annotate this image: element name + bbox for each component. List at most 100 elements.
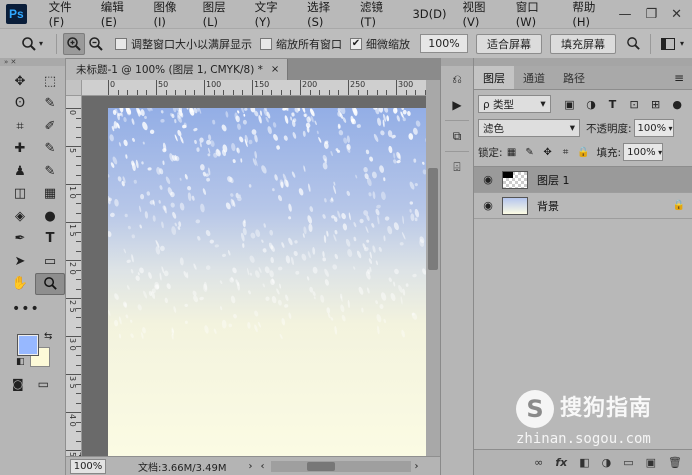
filter-toggle-icon[interactable]: ● <box>666 98 688 111</box>
menu-edit[interactable]: 编辑(E) <box>93 0 146 29</box>
eyedropper-tool-icon[interactable]: ✐ <box>35 115 65 138</box>
menu-help[interactable]: 帮助(H) <box>564 0 618 29</box>
zoom-out-button[interactable] <box>85 33 107 55</box>
menu-layer[interactable]: 图层(L) <box>195 0 247 29</box>
document-canvas[interactable] <box>108 108 426 456</box>
tab-paths[interactable]: 路径 <box>554 66 594 89</box>
eraser-tool-icon[interactable]: ◫ <box>5 183 35 206</box>
lock-all-icon[interactable]: 🔒 <box>575 147 593 158</box>
path-selection-tool-icon[interactable]: ➤ <box>5 250 35 273</box>
edit-toolbar-icon[interactable]: ••• <box>0 301 65 317</box>
dodge-tool-icon[interactable]: ● <box>35 205 65 228</box>
default-colors-icon[interactable]: ◧ <box>16 357 25 367</box>
menu-select[interactable]: 选择(S) <box>299 0 352 29</box>
tab-layers[interactable]: 图层 <box>474 66 514 89</box>
magic-wand-tool-icon[interactable]: ✎ <box>35 93 65 116</box>
rectangle-tool-icon[interactable]: ▭ <box>35 250 65 273</box>
zoom-tool-icon[interactable] <box>35 272 65 295</box>
filter-type-select[interactable]: ρ 类型 ▾ <box>478 95 551 113</box>
scroll-right-arrow[interactable]: › <box>415 461 419 472</box>
menu-3d[interactable]: 3D(D) <box>404 7 454 21</box>
adjustment-layer-icon[interactable]: ◑ <box>602 456 612 469</box>
restore-icon[interactable]: ❐ <box>645 7 657 22</box>
lock-artboard-icon[interactable]: ⌗ <box>557 147 575 158</box>
ruler-origin[interactable] <box>66 80 82 96</box>
zoom-all-checkbox[interactable]: 缩放所有窗口 <box>260 36 342 52</box>
vertical-ruler[interactable]: 051 01 52 02 53 03 54 04 5 <box>66 96 82 456</box>
quick-mask-icon[interactable]: ◙ <box>12 377 24 391</box>
marquee-tool-icon[interactable]: ⬚ <box>35 70 65 93</box>
eye-icon[interactable]: ◉ <box>474 173 502 186</box>
hand-tool-icon[interactable]: ✋ <box>5 273 35 296</box>
menu-type[interactable]: 文字(Y) <box>247 0 300 29</box>
pen-tool-icon[interactable]: ✒ <box>5 228 35 251</box>
move-tool-icon[interactable]: ✥ <box>5 70 35 93</box>
smart-object-filter-icon[interactable]: ⊞ <box>645 98 667 111</box>
adjustment-filter-icon[interactable]: ◑ <box>580 98 602 111</box>
fill-screen-button[interactable]: 填充屏幕 <box>550 33 616 54</box>
horizontal-ruler[interactable]: 050100150200250300350 <box>82 80 426 96</box>
type-tool-icon[interactable]: T <box>35 228 65 251</box>
delete-layer-icon[interactable]: 🗑 <box>668 456 682 469</box>
history-brush-tool-icon[interactable]: ✎ <box>35 160 65 183</box>
lock-position-icon[interactable]: ✥ <box>539 147 557 158</box>
panel-grip[interactable] <box>441 58 473 66</box>
new-group-icon[interactable]: ▭ <box>623 456 633 469</box>
scroll-left-arrow[interactable]: ‹ <box>261 461 265 472</box>
resize-windows-checkbox[interactable]: 调整窗口大小以满屏显示 <box>115 36 252 52</box>
zoom-in-button[interactable] <box>63 32 85 55</box>
foreground-color-swatch[interactable] <box>17 334 39 356</box>
actions-play-icon[interactable]: ▶ <box>441 92 473 118</box>
gradient-tool-icon[interactable]: ▦ <box>35 183 65 206</box>
3d-panel-icon[interactable]: ⧉ <box>441 123 473 149</box>
new-layer-icon[interactable]: ▣ <box>646 456 656 469</box>
status-zoom-field[interactable]: 100% <box>70 458 106 474</box>
panel-menu-icon[interactable]: ≡ <box>674 71 684 85</box>
menu-window[interactable]: 窗口(W) <box>508 0 565 29</box>
panel-grip[interactable]: » ✕ <box>0 58 65 66</box>
status-menu-arrow[interactable]: › <box>249 461 253 472</box>
lock-transparent-icon[interactable]: ▦ <box>503 147 521 158</box>
layer-name[interactable]: 背景 <box>537 198 666 214</box>
lasso-tool-icon[interactable]: ʘ <box>5 93 35 116</box>
close-icon[interactable]: × <box>271 64 279 75</box>
history-panel-icon[interactable]: ⎌ <box>441 66 473 92</box>
minimize-icon[interactable]: — <box>618 7 631 22</box>
menu-filter[interactable]: 滤镜(T) <box>352 0 405 29</box>
tab-channels[interactable]: 通道 <box>514 66 554 89</box>
horizontal-scroll-thumb[interactable] <box>306 461 335 471</box>
properties-panel-icon[interactable]: ⌹ <box>441 154 473 180</box>
document-tab[interactable]: 未标题-1 @ 100% (图层 1, CMYK/8) * × <box>66 59 289 80</box>
menu-file[interactable]: 文件(F) <box>41 0 93 29</box>
clone-stamp-tool-icon[interactable]: ♟ <box>5 160 35 183</box>
pixel-filter-icon[interactable]: ▣ <box>559 98 581 111</box>
screen-mode-icon[interactable]: ▭ <box>38 377 49 391</box>
horizontal-scrollbar[interactable] <box>270 460 411 472</box>
opacity-field[interactable]: 100% ▾ <box>633 119 674 137</box>
layer-row-layer-1[interactable]: ◉ 图层 1 <box>474 167 692 193</box>
lock-pixels-icon[interactable]: ✎ <box>521 147 539 158</box>
swap-colors-icon[interactable]: ⇆ <box>44 331 52 342</box>
shape-filter-icon[interactable]: ⊡ <box>623 98 645 111</box>
vertical-scrollbar[interactable] <box>426 80 440 456</box>
blur-tool-icon[interactable]: ◈ <box>5 205 35 228</box>
menu-image[interactable]: 图像(I) <box>146 0 195 29</box>
menu-view[interactable]: 视图(V) <box>454 0 507 29</box>
fit-screen-button[interactable]: 适合屏幕 <box>476 33 542 54</box>
search-button[interactable] <box>622 33 644 55</box>
link-layers-icon[interactable]: ∞ <box>534 456 543 469</box>
add-mask-icon[interactable]: ◧ <box>579 456 589 469</box>
layer-row-background[interactable]: ◉ 背景 🔒 <box>474 193 692 219</box>
scrubby-zoom-checkbox[interactable]: ✔ 细微缩放 <box>350 36 410 52</box>
fill-field[interactable]: 100% ▾ <box>623 143 664 161</box>
blend-mode-select[interactable]: 滤色 ▾ <box>478 119 580 137</box>
workspace-button[interactable] <box>657 33 679 55</box>
layer-name[interactable]: 图层 1 <box>537 172 692 188</box>
eye-icon[interactable]: ◉ <box>474 199 502 212</box>
brush-tool-icon[interactable]: ✎ <box>35 138 65 161</box>
crop-tool-icon[interactable]: ⌗ <box>5 115 35 138</box>
type-filter-icon[interactable]: T <box>602 98 624 111</box>
panel-grip[interactable] <box>474 58 692 66</box>
zoom-percent-field[interactable]: 100% <box>420 34 468 53</box>
layer-style-icon[interactable]: fx <box>555 456 567 469</box>
